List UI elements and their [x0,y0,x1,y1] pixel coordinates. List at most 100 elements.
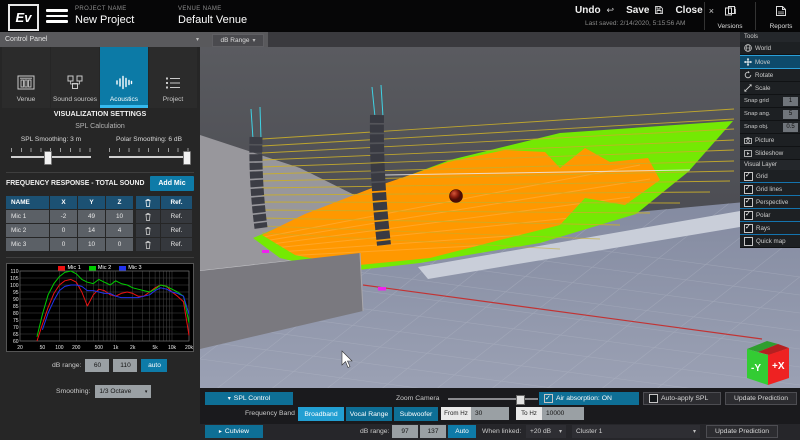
tab-acoustics[interactable]: Acoustics [100,47,148,108]
undo-icon[interactable]: ↩ [607,5,615,16]
project-name-value[interactable]: New Project [75,14,134,26]
mic-row-2[interactable]: Mic 2 0 14 4 Ref. [6,224,192,237]
snap-object-value[interactable]: 0.5 [783,123,798,132]
checkbox-checked-icon [744,185,753,194]
auto-apply-spl-toggle[interactable]: Auto-apply SPL [643,392,721,405]
svg-text:20: 20 [17,345,23,351]
project-name-field[interactable]: PROJECT NAME New Project [75,6,134,26]
slider-handle[interactable] [44,151,52,165]
bottom-auto-button[interactable]: Auto [448,425,476,438]
update-prediction-button[interactable]: Update Prediction [725,392,797,405]
svg-text:500: 500 [95,345,104,351]
versions-button[interactable]: Versions [705,1,755,31]
magenta-marker[interactable] [262,250,269,253]
ref-button[interactable]: Ref. [161,238,192,251]
update-prediction-button-2[interactable]: Update Prediction [706,425,778,438]
mic-table: NAME X Y Z Ref. Mic 1 -2 49 10 Ref. Mic … [6,196,192,252]
mic-row-1[interactable]: Mic 1 -2 49 10 Ref. [6,210,192,223]
db-min-input[interactable]: 60 [85,359,109,372]
auto-db-button[interactable]: auto [141,359,167,372]
layer-grid-checkbox[interactable]: Grid [740,170,800,183]
spl-smoothing-slider[interactable]: SPL Smoothing: 3 m [3,136,99,164]
tab-venue[interactable]: Venue [2,47,50,108]
svg-text:2k: 2k [130,345,136,351]
checkbox-checked-icon [744,172,753,181]
axis-label-x: +X [772,361,785,372]
checkbox-unchecked-icon [649,394,658,403]
air-absorption-toggle[interactable]: Air absorption: ON [539,392,639,405]
frequency-response-title: FREQUENCY RESPONSE - TOTAL SOUND [6,180,144,187]
visual-layer-title: Visual Layer [740,160,800,170]
save-icon[interactable] [655,6,663,16]
bottom-db-min-input[interactable]: 97 [392,425,418,438]
delete-mic-icon[interactable] [136,224,160,237]
snap-grid-value[interactable]: 1 [783,97,798,106]
magenta-marker[interactable] [378,287,386,291]
to-hz-label: To Hz [516,407,542,420]
mic-row-3[interactable]: Mic 3 0 10 0 Ref. [6,238,192,251]
polar-smoothing-slider[interactable]: Polar Smoothing: 6 dB [101,136,197,164]
ref-button[interactable]: Ref. [161,224,192,237]
cluster-dropdown[interactable]: Cluster 1 ▾ [572,425,700,438]
tool-scale-button[interactable]: Scale [740,82,800,95]
move-icon [744,58,752,66]
bottom-db-max-input[interactable]: 137 [420,425,446,438]
venue-name-field[interactable]: VENUE NAME Default Venue [178,6,247,26]
reports-button[interactable]: Reports [756,1,800,31]
band-vocal-range-button[interactable]: Vocal Range [346,407,392,421]
save-button[interactable]: Save [626,5,649,16]
chart-db-range-controls: dB range: 60 110 auto [52,359,167,372]
tab-project[interactable]: Project [149,47,197,108]
venue-name-value[interactable]: Default Venue [178,14,247,26]
tool-rotate-button[interactable]: Rotate [740,69,800,82]
layer-quick-map-checkbox[interactable]: Quick map [740,235,800,248]
slider-track[interactable] [109,156,189,158]
layer-perspective-checkbox[interactable]: Perspective [740,196,800,209]
db-max-input[interactable]: 110 [113,359,137,372]
versions-icon [725,3,736,21]
band-subwoofer-button[interactable]: Subwoofer [394,407,438,421]
picture-button[interactable]: Picture [740,134,800,147]
checkbox-checked-icon [544,394,553,403]
checkbox-checked-icon [744,224,753,233]
layer-grid-lines-checkbox[interactable]: Grid lines [740,183,800,196]
spl-control-toggle[interactable]: ▾ SPL Control [205,392,293,405]
slider-handle[interactable] [183,151,191,165]
tool-world-button[interactable]: World [740,42,800,55]
frequency-band-label: Frequency Band [245,410,295,417]
db-range-dropdown[interactable]: dB Range ▾ [212,34,264,47]
close-button[interactable]: Close [675,5,702,16]
collapse-caret-icon[interactable]: ▾ [196,36,199,43]
snap-angle-value[interactable]: 5 [783,110,798,119]
zoom-camera-label: Zoom Camera [396,395,439,402]
project-name-label: PROJECT NAME [75,6,134,12]
venue-icon [17,75,35,90]
listener-sphere[interactable] [450,190,463,203]
delete-mic-icon[interactable] [136,210,160,223]
3d-viewport[interactable]: -Y +X [200,47,800,390]
layer-rays-checkbox[interactable]: Rays [740,222,800,235]
ref-button[interactable]: Ref. [161,210,192,223]
slider-handle[interactable] [516,395,525,405]
add-mic-button[interactable]: Add Mic [150,176,194,191]
delete-mic-icon[interactable] [136,238,160,251]
link-offset-dropdown[interactable]: +20 dB ▾ [526,425,566,438]
zoom-camera-slider[interactable] [448,398,538,400]
layer-polar-checkbox[interactable]: Polar [740,209,800,222]
from-hz-input[interactable]: 30 [471,407,509,420]
line-array-tower-left[interactable] [251,107,261,228]
cutview-toggle[interactable]: ▸ Cutview [205,425,263,438]
to-hz-input[interactable]: 10000 [542,407,584,420]
svg-text:100: 100 [10,283,19,289]
tool-move-button[interactable]: Move [740,55,800,69]
last-saved-text: Last saved: 2/14/2020, 5:15:56 AM [585,20,685,27]
tab-sound-sources[interactable]: Sound sources [51,47,99,108]
undo-button[interactable]: Undo [575,5,601,16]
orientation-cube[interactable]: -Y +X [747,341,789,385]
hamburger-menu-icon[interactable] [46,9,68,26]
slideshow-button[interactable]: Slideshow [740,147,800,160]
smoothing-dropdown[interactable]: 1/3 Octave ▾ [95,385,151,398]
band-broadband-button[interactable]: Broadband [298,407,344,421]
mic-table-header: NAME X Y Z Ref. [6,196,192,209]
svg-text:110: 110 [11,269,19,275]
